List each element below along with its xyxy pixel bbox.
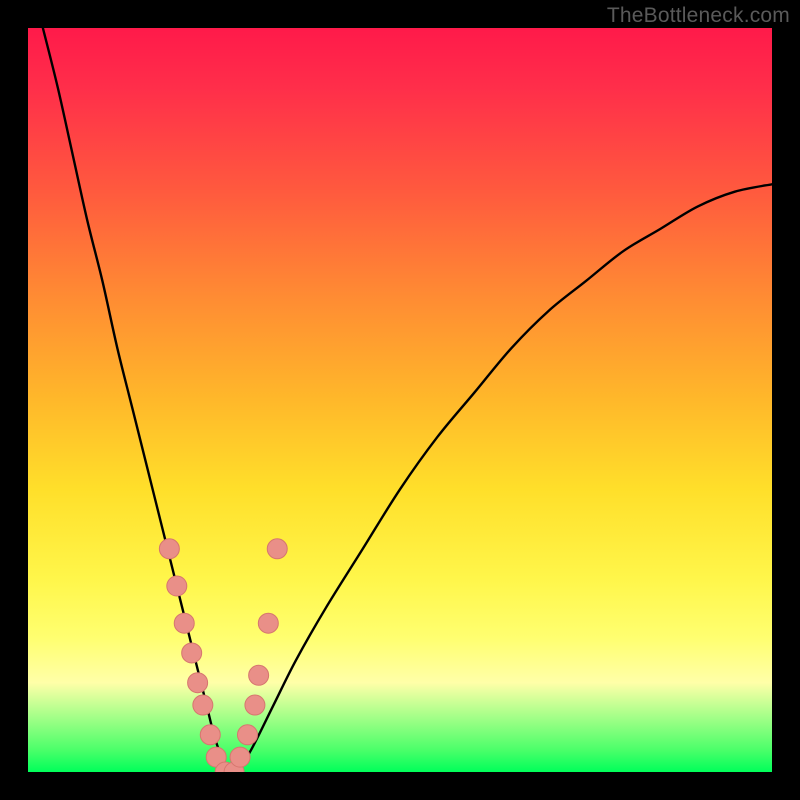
chart-area <box>28 28 772 772</box>
sample-point <box>267 539 287 559</box>
sample-point <box>193 695 213 715</box>
sample-point <box>237 725 257 745</box>
sample-point <box>167 576 187 596</box>
sample-point <box>249 665 269 685</box>
bottleneck-curve <box>43 28 772 772</box>
sample-point <box>188 673 208 693</box>
watermark-text: TheBottleneck.com <box>607 4 790 28</box>
curve-path <box>43 28 772 772</box>
sample-point <box>174 613 194 633</box>
sample-point <box>200 725 220 745</box>
sample-point <box>230 747 250 767</box>
plot-svg <box>28 28 772 772</box>
sample-point <box>182 643 202 663</box>
sample-point <box>258 613 278 633</box>
sample-point <box>159 539 179 559</box>
sample-point-markers <box>159 539 287 772</box>
sample-point <box>245 695 265 715</box>
